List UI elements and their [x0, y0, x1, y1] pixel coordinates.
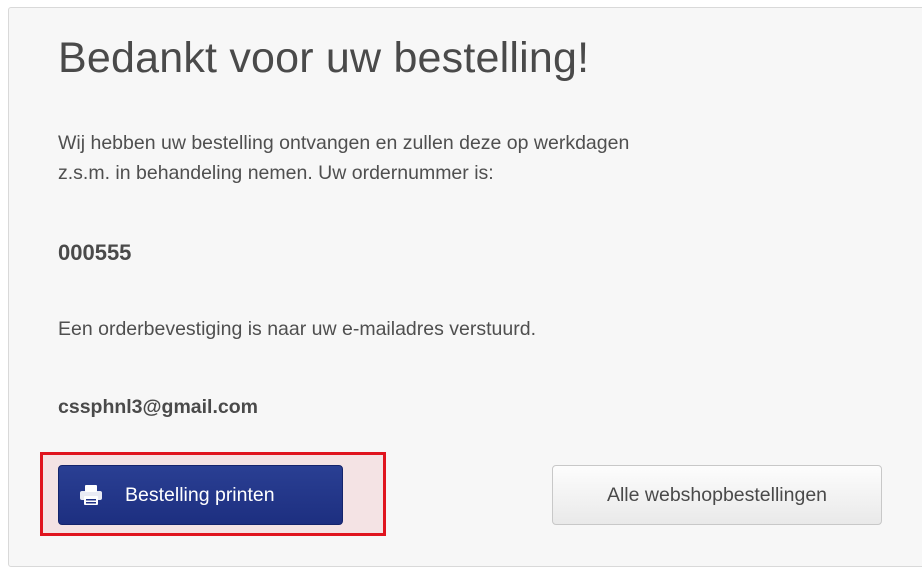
intro-text: Wij hebben uw bestelling ontvangen en zu…	[58, 128, 858, 188]
intro-line-2: z.s.m. in behandeling nemen. Uw ordernum…	[58, 162, 494, 184]
all-webshop-orders-button[interactable]: Alle webshopbestellingen	[552, 465, 882, 525]
page-title: Bedankt voor uw bestelling!	[58, 34, 590, 82]
print-order-button[interactable]: Bestelling printen	[58, 465, 343, 525]
printer-icon	[79, 484, 103, 506]
email-notice: Een orderbevestiging is naar uw e-mailad…	[58, 318, 536, 340]
all-webshop-orders-label: Alle webshopbestellingen	[606, 483, 828, 506]
print-order-label: Bestelling printen	[125, 483, 275, 506]
customer-email: cssphnl3@gmail.com	[58, 396, 258, 418]
intro-line-1: Wij hebben uw bestelling ontvangen en zu…	[58, 132, 630, 154]
order-number: 000555	[58, 240, 132, 265]
